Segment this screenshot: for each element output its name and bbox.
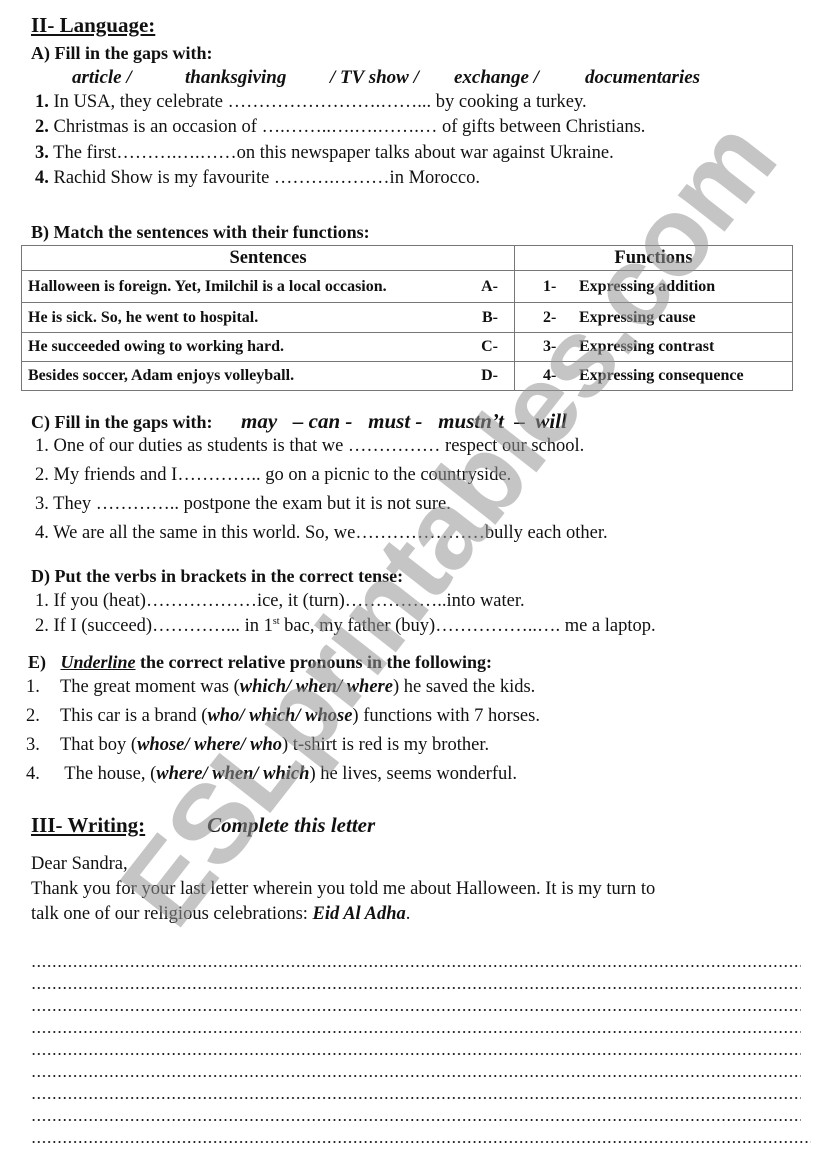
part-e-item: 3. That boy (whose/ where/ who) t-shirt i… — [26, 735, 490, 755]
table-row: Besides soccer, Adam enjoys volleyball. D… — [21, 361, 793, 391]
word-bank-item: thanksgiving — [185, 67, 287, 88]
sentence-cell: Halloween is foreign. Yet, Imilchil is a… — [21, 270, 515, 303]
part-e-item: 1. The great moment was (which/ when/ whe… — [26, 677, 536, 697]
header-sentences: Sentences — [21, 245, 515, 271]
writing-line[interactable] — [31, 965, 801, 967]
worksheet-page: II- Language: A) Fill in the gaps with: … — [0, 0, 821, 1161]
part-c-item: 3. They ………….. postpone the exam but it … — [35, 494, 451, 514]
part-c-word-bank: may – can - must - mustn’t – will — [241, 409, 567, 433]
matching-table: Sentences Functions Halloween is foreign… — [21, 245, 793, 391]
part-a-item: 3. The first……….….……on this newspaper ta… — [35, 143, 614, 163]
section-writing-title: III- Writing: — [31, 813, 146, 837]
writing-line[interactable] — [31, 1119, 801, 1121]
function-cell: 3- Expressing contrast — [514, 332, 793, 362]
section-language-title: II- Language: — [31, 13, 156, 37]
writing-line[interactable] — [31, 1141, 811, 1143]
part-c-item: 2. My friends and I………….. go on a picnic… — [35, 465, 512, 485]
table-row: Halloween is foreign. Yet, Imilchil is a… — [21, 270, 793, 303]
part-d-heading: D) Put the verbs in brackets in the corr… — [31, 566, 404, 586]
writing-line[interactable] — [31, 987, 801, 989]
letter-body-line: Thank you for your last letter wherein y… — [31, 879, 656, 899]
function-cell: 4- Expressing consequence — [514, 361, 793, 391]
part-a-word-bank: article / thanksgiving / TV show / exchange… — [72, 67, 700, 89]
word-bank-item: / TV show / — [330, 67, 419, 88]
word-bank-item: exchange / — [454, 67, 539, 88]
part-c-item: 4. We are all the same in this world. So… — [35, 523, 608, 543]
part-c-heading: C) Fill in the gaps with: may – can - mu… — [31, 409, 567, 433]
table-row: He succeeded owing to working hard. C- 3-… — [21, 332, 793, 362]
word-bank-item: article / — [72, 67, 132, 88]
sentence-cell: He succeeded owing to working hard. C- — [21, 332, 515, 362]
writing-instruction: Complete this letter — [207, 813, 376, 837]
writing-line[interactable] — [31, 1097, 801, 1099]
letter-body-line: talk one of our religious celebrations: … — [31, 904, 411, 924]
part-d-item: 2. If I (succeed)…………... in 1st bac, my … — [35, 615, 656, 636]
part-e-item: 2. This car is a brand (who/ which/ whose… — [26, 706, 540, 726]
part-b-heading: B) Match the sentences with their functi… — [31, 222, 370, 242]
writing-line[interactable] — [31, 1009, 801, 1011]
writing-line[interactable] — [31, 1075, 801, 1077]
table-row: He is sick. So, he went to hospital. B- 2… — [21, 302, 793, 333]
function-cell: 1- Expressing addition — [514, 270, 793, 303]
part-c-item: 1. One of our duties as students is that… — [35, 436, 585, 456]
writing-line[interactable] — [31, 1053, 801, 1055]
part-d-item: 1. If you (heat)………………ice, it (turn)…………… — [35, 591, 525, 611]
part-a-item: 1. In USA, they celebrate …………………….……...… — [35, 92, 587, 112]
word-bank-item: documentaries — [585, 67, 701, 88]
header-functions: Functions — [514, 245, 793, 271]
sentence-cell: He is sick. So, he went to hospital. B- — [21, 302, 515, 333]
part-a-item: 4. Rachid Show is my favourite ……….………in… — [35, 168, 480, 188]
writing-line[interactable] — [31, 1031, 801, 1033]
function-cell: 2- Expressing cause — [514, 302, 793, 333]
sentence-cell: Besides soccer, Adam enjoys volleyball. D… — [21, 361, 515, 391]
part-e-heading: E) Underline the correct relative pronou… — [28, 652, 492, 672]
writing-header: III- Writing: Complete this letter — [31, 813, 375, 838]
part-a-item: 2. Christmas is an occasion of ….……..….…… — [35, 117, 646, 137]
table-header-row: Sentences Functions — [21, 245, 793, 271]
letter-greeting: Dear Sandra, — [31, 854, 128, 874]
part-a-heading: A) Fill in the gaps with: — [31, 43, 213, 63]
part-e-item: 4. The house, (where/ when/ which) he li… — [26, 764, 517, 784]
